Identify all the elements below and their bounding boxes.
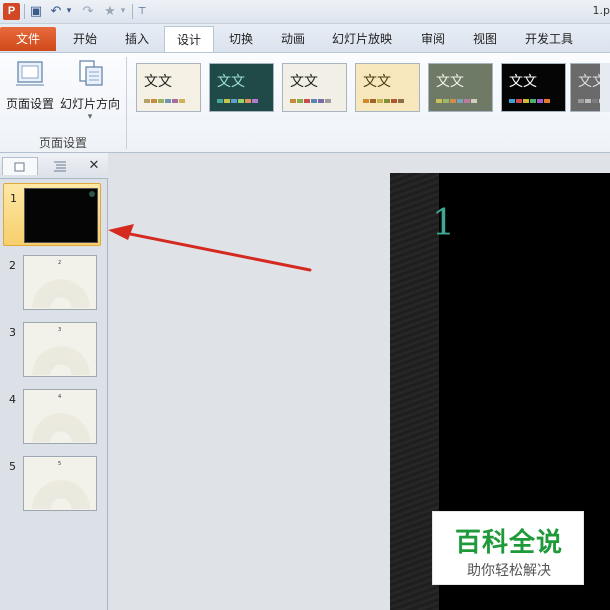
arrow-shaft xyxy=(118,230,312,272)
watermark-subtitle: 助你轻松解决 xyxy=(467,563,551,579)
arrow-head xyxy=(108,224,134,240)
watermark-title: 百科全说 xyxy=(454,528,563,558)
watermark-logo: 百科全说 助你轻松解决 xyxy=(432,511,584,585)
